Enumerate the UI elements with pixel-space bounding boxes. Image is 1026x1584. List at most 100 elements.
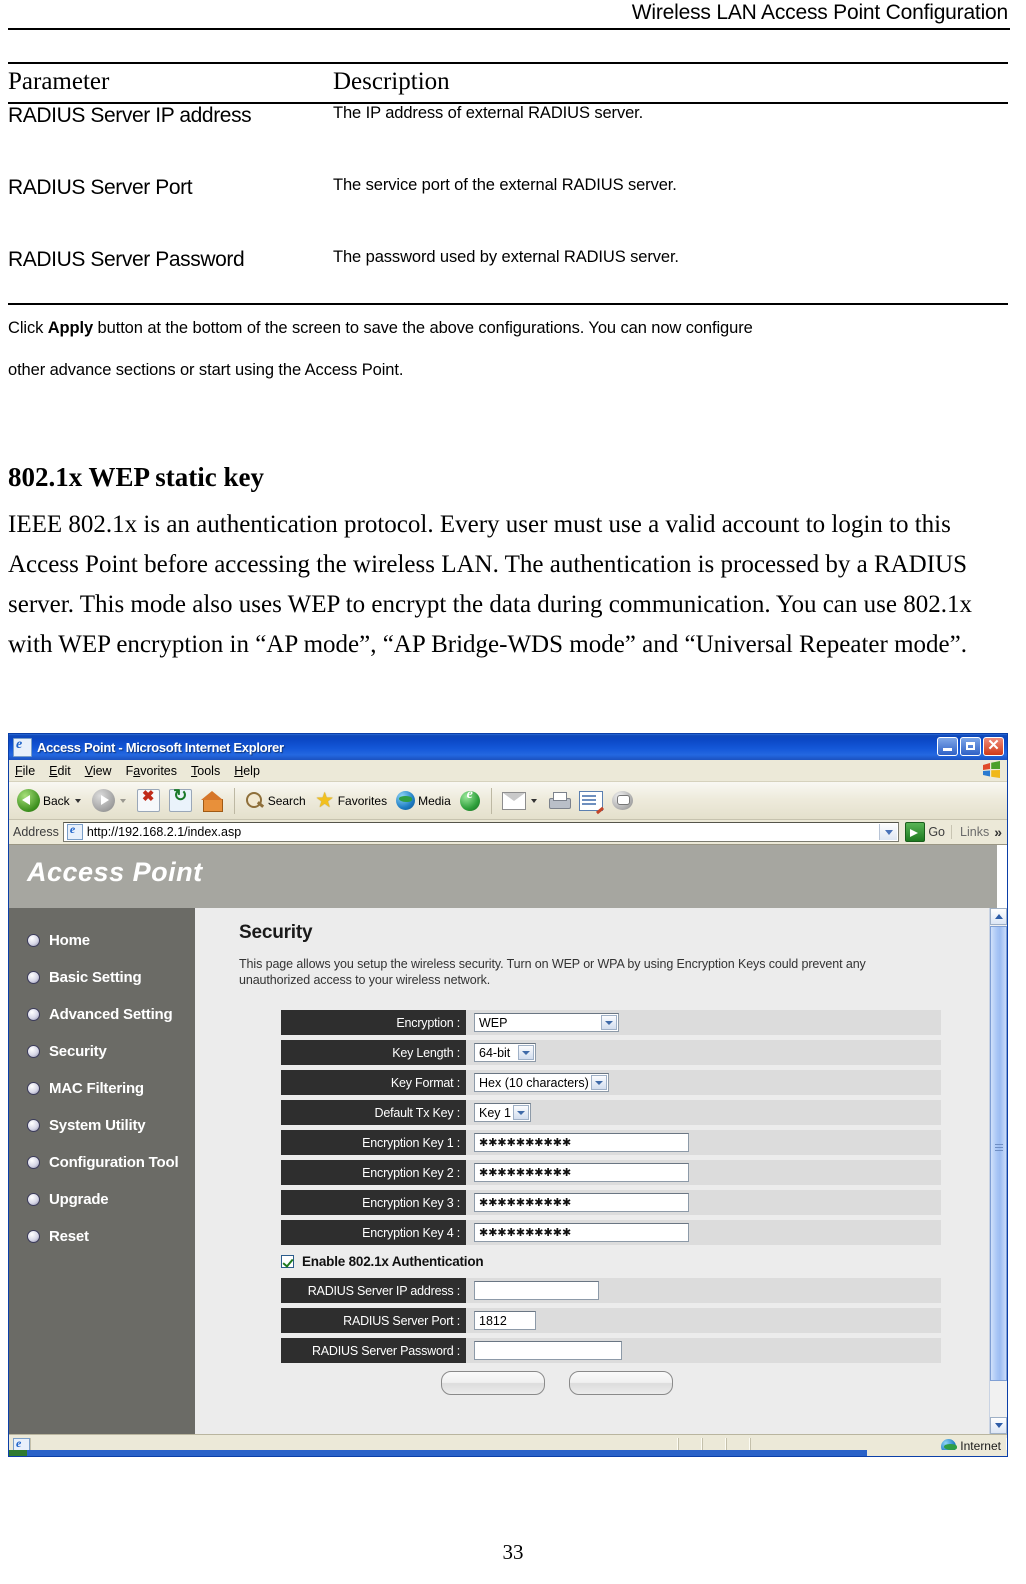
apply-button[interactable] [441,1371,545,1395]
sidebar-item-label: System Utility [49,1117,146,1134]
scroll-down-button[interactable] [990,1417,1007,1434]
sidebar-item-mac-filtering[interactable]: MAC Filtering [9,1070,195,1107]
forward-dropdown-caret-icon[interactable] [119,798,126,803]
cancel-button[interactable] [569,1371,673,1395]
close-button[interactable]: ✕ [983,737,1004,756]
browser-viewport: Access Point Home Basic Setting Advanced… [9,845,1007,1434]
window-controls: ✕ [937,737,1004,756]
chevron-down-icon[interactable] [513,1105,529,1120]
scrollbar-grip-icon [995,1144,1003,1152]
favorites-button[interactable]: ★ Favorites [311,789,391,813]
menu-help-rest: elp [243,763,260,778]
minimize-button[interactable] [937,737,958,756]
parameter-description: The IP address of external RADIUS server… [333,104,644,122]
menu-tools[interactable]: Tools [191,764,220,778]
media-button[interactable]: Media [392,789,455,812]
refresh-button[interactable] [165,786,196,814]
maximize-button[interactable] [960,737,981,756]
menu-edit[interactable]: Edit [49,764,71,778]
sidebar-item-basic-setting[interactable]: Basic Setting [9,959,195,996]
ap-sidebar: Home Basic Setting Advanced Setting Secu… [9,908,195,1434]
browser-toolbar: Back ✖ Search ★ Favorit [9,782,1007,820]
enable-8021x-row: Enable 802.1x Authentication [281,1250,941,1272]
default-tx-key-select[interactable]: Key 1 [474,1103,531,1122]
sidebar-item-security[interactable]: Security [9,1033,195,1070]
bullet-icon [27,1156,40,1169]
field-row-default-tx-key: Default Tx Key : Key 1 [281,1100,941,1125]
stop-icon: ✖ [136,788,160,812]
radius-server-ip-input[interactable] [474,1281,599,1300]
menu-help[interactable]: Help [234,764,260,778]
key-length-select[interactable]: 64-bit [474,1043,536,1062]
edit-icon [578,790,603,811]
field-row-encryption-key-1: Encryption Key 1 : ✱✱✱✱✱✱✱✱✱✱ [281,1130,941,1155]
apply-note: Click Apply button at the bottom of the … [8,310,1008,346]
parameter-table: Parameter Description RADIUS Server IP a… [8,62,1008,272]
field-row-radius-port: RADIUS Server Port : 1812 [281,1308,941,1333]
sidebar-item-home[interactable]: Home [9,922,195,959]
bullet-icon [27,1045,40,1058]
encryption-key-3-input[interactable]: ✱✱✱✱✱✱✱✱✱✱ [474,1193,689,1212]
encryption-key-4-input[interactable]: ✱✱✱✱✱✱✱✱✱✱ [474,1223,689,1242]
history-button[interactable] [456,787,484,813]
favorites-label: Favorites [337,793,388,808]
encryption-select[interactable]: WEP [474,1013,619,1032]
enable-8021x-label: Enable 802.1x Authentication [302,1253,484,1269]
table-row: RADIUS Server Password The password used… [8,248,1008,272]
back-label: Back [43,793,70,808]
sidebar-item-advanced-setting[interactable]: Advanced Setting [9,996,195,1033]
field-row-radius-password: RADIUS Server Password : [281,1338,941,1363]
key-format-select[interactable]: Hex (10 characters) [474,1073,609,1092]
sidebar-item-reset[interactable]: Reset [9,1218,195,1255]
menu-file[interactable]: File [15,764,35,778]
scroll-up-button[interactable] [990,908,1007,925]
toolbar-overflow-icon[interactable]: » [994,824,1002,840]
column-header-description: Description [333,63,1008,104]
chevron-down-icon[interactable] [518,1045,534,1060]
search-button[interactable]: Search [241,789,310,813]
radius-server-port-input[interactable]: 1812 [474,1311,536,1330]
mail-dropdown-caret-icon[interactable] [530,798,537,803]
parameter-description: The service port of the external RADIUS … [333,176,677,194]
discuss-button[interactable] [608,789,637,812]
toolbar-separator [490,787,492,814]
address-value: http://192.168.2.1/index.asp [86,825,242,839]
back-dropdown-caret-icon[interactable] [74,798,81,803]
encryption-key-2-input[interactable]: ✱✱✱✱✱✱✱✱✱✱ [474,1163,689,1182]
links-button[interactable]: Links [951,825,989,839]
stop-button[interactable]: ✖ [133,787,164,814]
menu-favorites[interactable]: Favorites [126,764,177,778]
page-number: 33 [502,1540,524,1564]
back-button[interactable]: Back [13,787,87,814]
content-scrollbar[interactable] [989,908,1007,1434]
encryption-key-1-input[interactable]: ✱✱✱✱✱✱✱✱✱✱ [474,1133,689,1152]
go-button[interactable]: Go [905,822,945,842]
scrollbar-thumb[interactable] [990,926,1007,1381]
edit-button[interactable] [575,789,607,813]
address-dropdown-button[interactable] [879,824,898,840]
mail-icon [501,791,526,810]
mail-button[interactable] [498,790,543,812]
chevron-down-icon[interactable] [601,1015,617,1030]
address-input[interactable]: http://192.168.2.1/index.asp [62,822,900,842]
menu-tools-rest: ools [197,763,221,778]
browser-window-screenshot: Access Point - Microsoft Internet Explor… [8,733,1008,1457]
page-intro-text: This page allows you setup the wireless … [239,957,866,987]
field-row-key-format: Key Format : Hex (10 characters) [281,1070,941,1095]
forward-button[interactable] [88,787,132,814]
enable-8021x-checkbox[interactable] [281,1254,294,1268]
sidebar-item-system-utility[interactable]: System Utility [9,1107,195,1144]
parameter-description: The password used by external RADIUS ser… [333,248,679,266]
radius-server-password-input[interactable] [474,1341,622,1360]
row-spacer [8,200,1008,248]
sidebar-item-configuration-tool[interactable]: Configuration Tool [9,1144,195,1181]
column-header-parameter: Parameter [8,63,333,104]
chevron-down-icon[interactable] [591,1075,607,1090]
history-icon [459,787,480,811]
sidebar-item-upgrade[interactable]: Upgrade [9,1181,195,1218]
apply-note-line2: other advance sections or start using th… [8,361,404,379]
menu-view[interactable]: View [85,764,112,778]
key-length-select-value: 64-bit [479,1045,511,1060]
home-button[interactable] [197,789,227,813]
print-button[interactable] [544,790,574,812]
